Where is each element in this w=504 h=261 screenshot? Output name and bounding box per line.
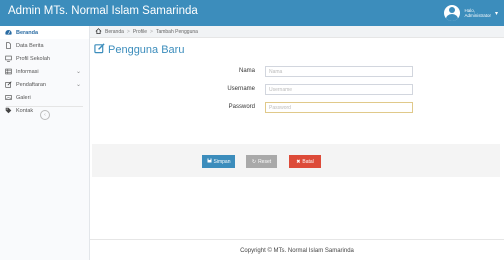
form-row-username: Username (90, 84, 504, 96)
sidebar-item-beranda[interactable]: Beranda (0, 26, 89, 39)
breadcrumb-item[interactable]: Beranda (105, 29, 124, 35)
sidebar-item-data-berita[interactable]: Data Berita (0, 39, 89, 52)
image-icon (5, 94, 12, 101)
user-label: Halo, Administrator (464, 8, 491, 18)
sidebar-item-galeri[interactable]: Galeri (0, 91, 89, 104)
monitor-icon (5, 55, 12, 62)
sidebar-item-label: Kontak (16, 107, 34, 114)
edit-icon (94, 43, 105, 57)
app-title[interactable]: Admin MTs. Normal Islam Samarinda (8, 5, 198, 17)
main-content: Beranda > Profile > Tambah Pengguna Peng… (90, 26, 504, 261)
sidebar-divider (6, 106, 83, 107)
password-label: Password (228, 104, 255, 110)
sidebar-item-label: Informasi (16, 68, 39, 75)
page-title: Pengguna Baru (94, 43, 184, 57)
sidebar-item-informasi[interactable]: Informasi ⌄ (0, 65, 89, 78)
breadcrumb: Beranda > Profile > Tambah Pengguna (90, 26, 504, 38)
sidebar-item-label: Pendaftaran (16, 81, 46, 88)
copyright-text: Copyright © MTs. Normal Islam Samarinda (240, 247, 354, 254)
table-icon (5, 68, 12, 75)
home-icon (95, 27, 102, 36)
sidebar: Beranda Data Berita Profil Sekolah Infor… (0, 26, 90, 260)
sidebar-collapse-icon[interactable]: ‹ (40, 110, 50, 120)
cancel-button[interactable]: ✖ Batal (289, 155, 321, 168)
breadcrumb-item-current: Tambah Pengguna (155, 28, 198, 35)
sidebar-item-label: Galeri (16, 94, 31, 101)
sidebar-item-profil-sekolah[interactable]: Profil Sekolah (0, 52, 89, 65)
form-row-password: Password (90, 102, 504, 114)
form-actions: Simpan ↻ Reset ✖ Batal (92, 144, 500, 177)
save-button[interactable]: Simpan (202, 155, 235, 168)
chevron-down-icon: ⌄ (75, 82, 81, 88)
dashboard-icon (5, 29, 12, 36)
footer: Copyright © MTs. Normal Islam Samarinda (90, 239, 504, 261)
tag-icon (5, 107, 12, 114)
caret-down-icon: ▾ (494, 10, 498, 17)
password-input[interactable] (265, 102, 413, 113)
breadcrumb-item[interactable]: Profile (133, 29, 147, 35)
user-menu[interactable]: Halo, Administrator ▾ (444, 3, 498, 23)
chevron-down-icon: ⌄ (75, 69, 81, 75)
form-row-nama: Nama (90, 66, 504, 78)
nama-label: Nama (238, 68, 255, 74)
sidebar-item-label: Beranda (16, 29, 39, 36)
username-input[interactable] (265, 84, 413, 95)
reset-button[interactable]: ↻ Reset (246, 155, 277, 168)
sidebar-item-pendaftaran[interactable]: Pendaftaran ⌄ (0, 78, 89, 91)
nama-input[interactable] (265, 66, 413, 77)
edit-icon (5, 81, 12, 88)
top-navbar: Admin MTs. Normal Islam Samarinda Halo, … (0, 0, 504, 26)
user-avatar-icon (444, 5, 461, 21)
sidebar-item-label: Data Berita (16, 42, 44, 49)
close-icon: ✖ (296, 158, 301, 165)
sidebar-item-label: Profil Sekolah (16, 55, 50, 62)
refresh-icon: ↻ (251, 158, 257, 165)
file-icon (5, 42, 12, 49)
username-label: Username (227, 86, 255, 92)
floppy-disk-icon (207, 158, 212, 165)
